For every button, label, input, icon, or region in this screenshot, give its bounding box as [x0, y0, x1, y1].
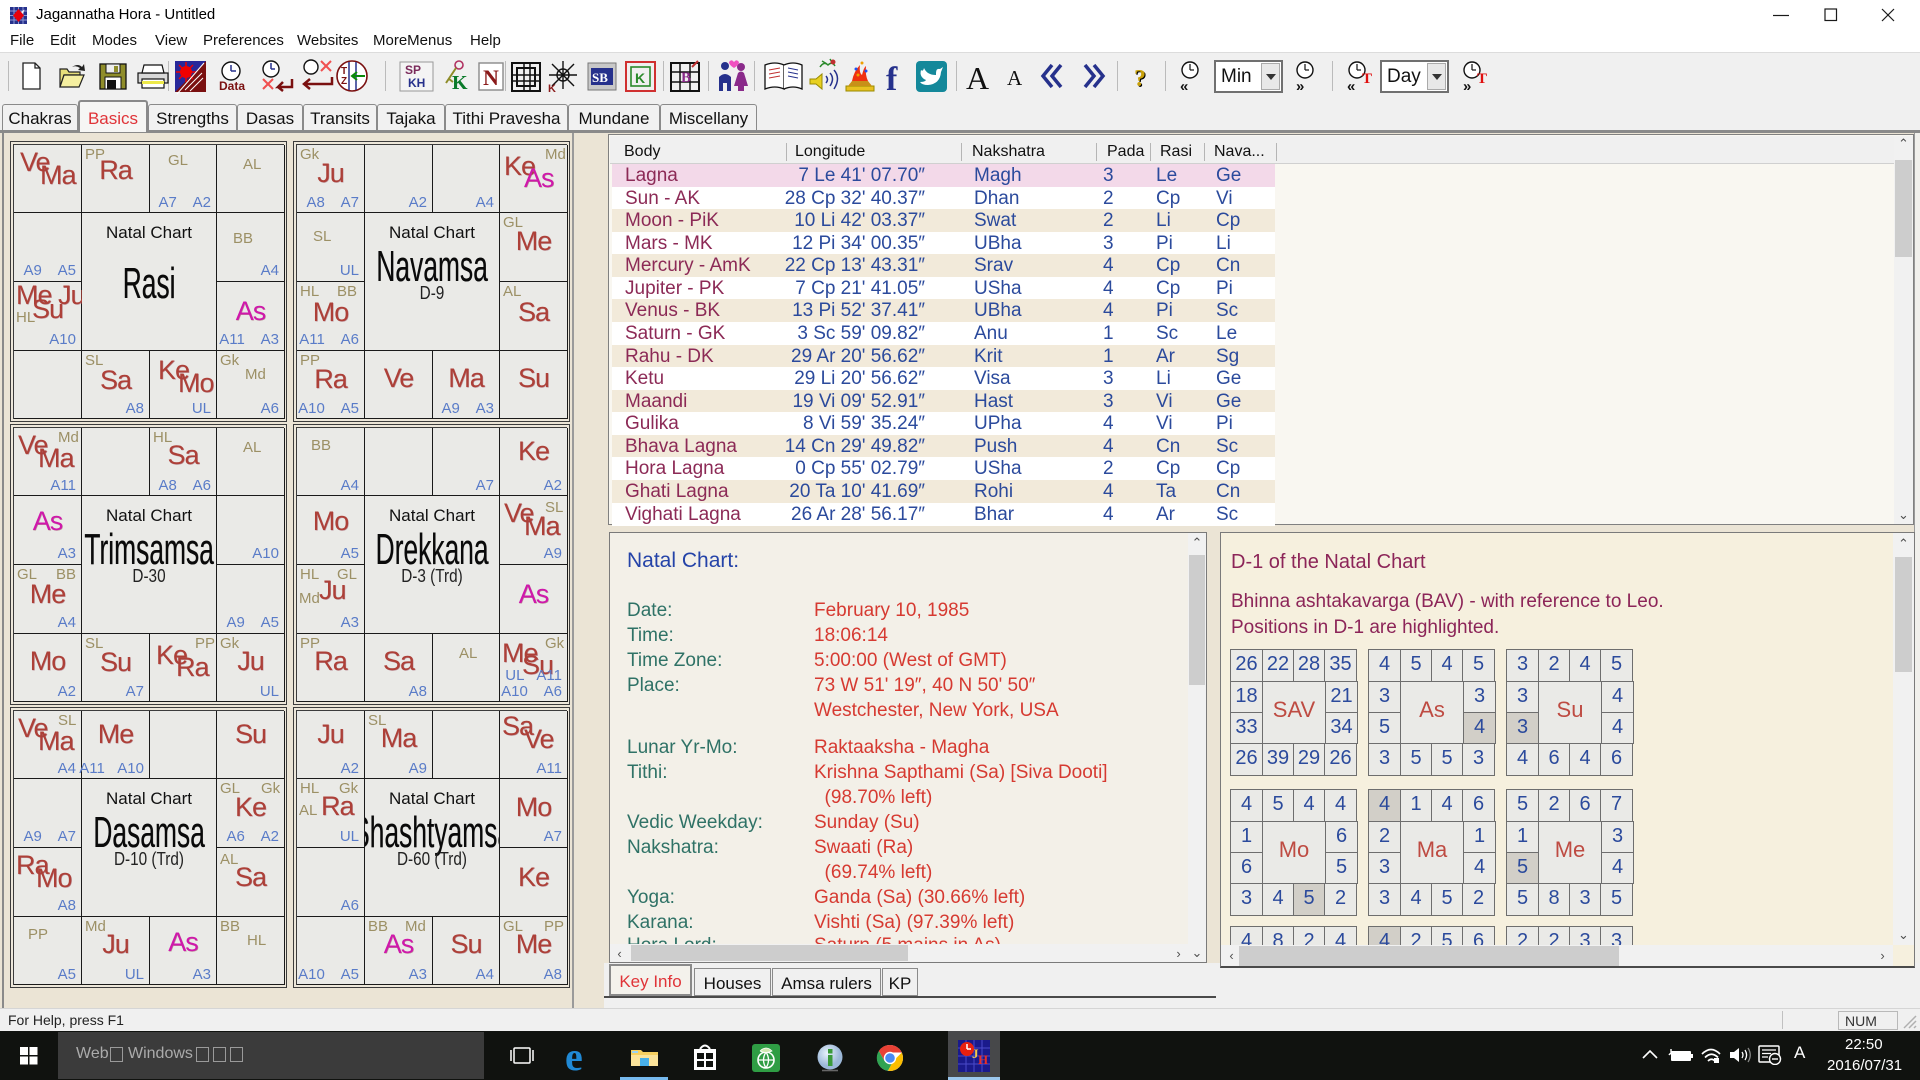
svg-text:SB: SB	[592, 70, 608, 85]
svg-text:SP: SP	[405, 63, 421, 77]
svg-text:K: K	[548, 83, 556, 95]
svg-text:K: K	[452, 72, 468, 94]
svg-text:Z: Z	[341, 76, 347, 87]
svg-text:A: A	[966, 60, 989, 96]
svg-text:K: K	[635, 70, 645, 86]
svg-text:KH: KH	[408, 76, 425, 90]
svg-text:»: »	[1463, 78, 1471, 95]
svg-text:f: f	[886, 61, 898, 98]
svg-text:?: ?	[1134, 66, 1146, 92]
svg-text:H: H	[978, 1052, 988, 1067]
svg-text:«: «	[1347, 78, 1355, 95]
svg-text:B: B	[681, 70, 691, 86]
svg-text:T: T	[1362, 71, 1372, 87]
svg-text:T: T	[1477, 71, 1487, 87]
svg-text:A: A	[1007, 66, 1023, 90]
svg-text:N: N	[483, 65, 499, 90]
svg-text:«: «	[1180, 78, 1188, 95]
svg-text:Data: Data	[219, 79, 245, 93]
svg-text:»: »	[1296, 78, 1304, 95]
